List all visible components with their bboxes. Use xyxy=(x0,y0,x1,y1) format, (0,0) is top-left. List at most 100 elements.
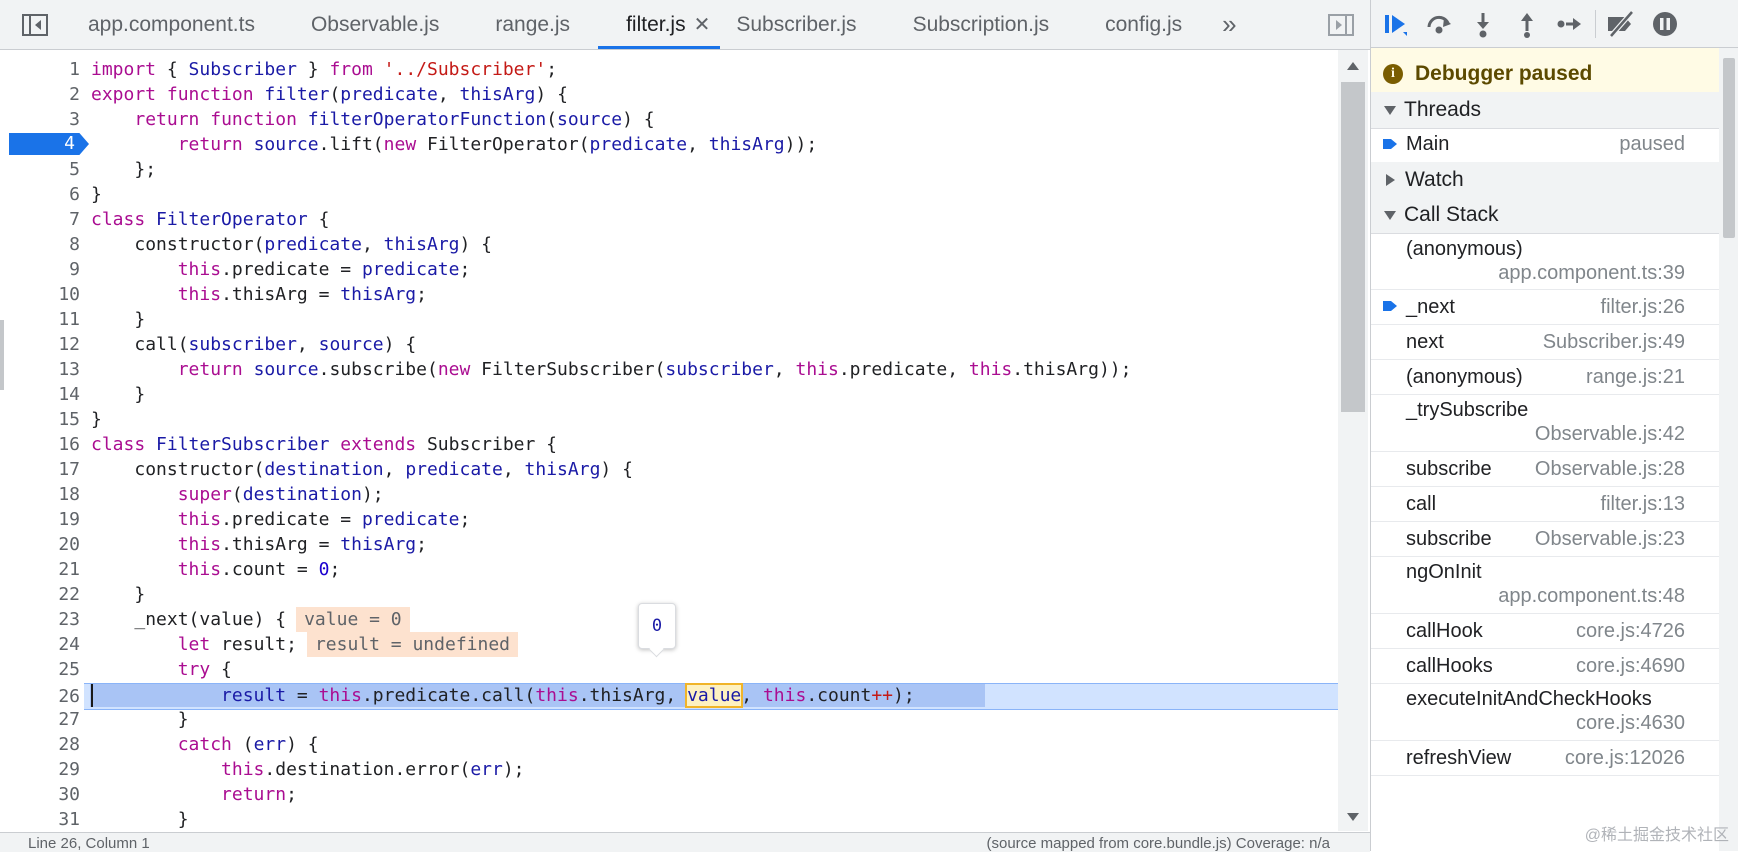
line-number[interactable]: 6 xyxy=(10,182,80,207)
line-number[interactable]: 22 xyxy=(10,582,80,607)
line-number[interactable]: 19 xyxy=(10,507,80,532)
line-number[interactable]: 25 xyxy=(10,657,80,682)
line-number[interactable]: 3 xyxy=(10,107,80,132)
line-number-current[interactable]: 26 xyxy=(10,684,80,709)
line-number[interactable]: 24 xyxy=(10,632,80,657)
frame-location: app.component.ts:39 xyxy=(1498,262,1685,284)
line-number[interactable]: 13 xyxy=(10,357,80,382)
watermark: @稀土掘金技术社区 xyxy=(1584,827,1729,844)
expanded-triangle-icon xyxy=(1384,105,1396,115)
scrollbar-thumb[interactable] xyxy=(1723,58,1735,238)
editor-scrollbar[interactable] xyxy=(1338,50,1368,831)
watch-section-header[interactable]: Watch xyxy=(1371,162,1719,199)
step-into-icon[interactable] xyxy=(1467,8,1499,40)
resume-icon[interactable] xyxy=(1379,8,1411,40)
scroll-up-icon[interactable] xyxy=(1347,62,1359,70)
call-frame[interactable]: callHooks core.js:4690 xyxy=(1371,649,1719,684)
line-number[interactable]: 16 xyxy=(10,432,80,457)
line-number[interactable]: 10 xyxy=(10,282,80,307)
line-number[interactable]: 7 xyxy=(10,207,80,232)
code-line-20: this.thisArg = thisArg; xyxy=(177,534,427,555)
deactivate-breakpoints-icon[interactable] xyxy=(1605,8,1637,40)
breakpoint-line-number: 4 xyxy=(64,133,75,154)
line-number[interactable]: 30 xyxy=(10,782,80,807)
callstack-section-header[interactable]: Call Stack xyxy=(1371,197,1719,234)
line-number[interactable]: 28 xyxy=(10,732,80,757)
frame-name: executeInitAndCheckHooks xyxy=(1406,688,1652,710)
devtools-sources: app.component.ts Observable.js range.js … xyxy=(0,0,1738,852)
line-number[interactable]: 12 xyxy=(10,332,80,357)
call-frame[interactable]: subscribe Observable.js:23 xyxy=(1371,522,1719,557)
tab-subscriber-js[interactable]: Subscriber.js xyxy=(720,0,884,49)
close-icon[interactable]: ✕ xyxy=(694,12,711,37)
code-line-22: } xyxy=(134,584,146,605)
frame-name: subscribe xyxy=(1406,528,1492,550)
call-frame[interactable]: executeInitAndCheckHooks core.js:4630 xyxy=(1371,684,1719,741)
tab-app-component-ts[interactable]: app.component.ts xyxy=(60,0,283,49)
code-editor[interactable]: 1 2 3 4 5 6 7 8 9 10 11 12 13 14 15 16 1… xyxy=(0,50,1338,831)
code-line-2: export function filter(predicate, thisAr… xyxy=(91,84,568,105)
tab-label: filter.js xyxy=(626,12,686,36)
frame-name: next xyxy=(1406,331,1444,353)
code-line-8: constructor(predicate, thisArg) { xyxy=(134,234,493,255)
threads-section-header[interactable]: Threads xyxy=(1371,92,1719,129)
call-frame[interactable]: _trySubscribe Observable.js:42 xyxy=(1371,395,1719,452)
line-number[interactable]: 20 xyxy=(10,532,80,557)
call-frame[interactable]: call filter.js:13 xyxy=(1371,487,1719,522)
step-icon[interactable] xyxy=(1553,8,1585,40)
thread-row-main[interactable]: Main paused xyxy=(1371,128,1719,163)
call-frame[interactable]: (anonymous) range.js:21 xyxy=(1371,360,1719,395)
file-tabs: app.component.ts Observable.js range.js … xyxy=(60,0,1249,49)
navigator-resize-handle[interactable] xyxy=(0,320,4,390)
scrollbar-thumb[interactable] xyxy=(1341,82,1365,412)
code-line-6: } xyxy=(91,184,102,205)
tab-range-js[interactable]: range.js xyxy=(467,0,598,49)
line-number[interactable]: 29 xyxy=(10,757,80,782)
line-number[interactable]: 15 xyxy=(10,407,80,432)
sidebar-scrollbar[interactable] xyxy=(1719,48,1738,851)
hovered-token-value[interactable]: value xyxy=(685,683,744,708)
line-number[interactable]: 31 xyxy=(10,807,80,831)
line-number[interactable]: 23 xyxy=(10,607,80,632)
code-line-21: this.count = 0; xyxy=(177,559,341,580)
code-line-29: this.destination.error(err); xyxy=(221,759,525,780)
info-icon: i xyxy=(1383,64,1403,84)
frame-name: _next xyxy=(1406,296,1455,318)
scroll-down-icon[interactable] xyxy=(1347,813,1359,821)
line-number[interactable]: 14 xyxy=(10,382,80,407)
call-frame[interactable]: callHook core.js:4726 xyxy=(1371,614,1719,649)
toggle-navigator-icon[interactable] xyxy=(20,10,50,40)
frame-location: filter.js:26 xyxy=(1600,296,1685,318)
toggle-debugger-icon[interactable] xyxy=(1326,10,1356,40)
call-frame[interactable]: subscribe Observable.js:28 xyxy=(1371,452,1719,487)
line-number[interactable]: 8 xyxy=(10,232,80,257)
more-tabs-icon[interactable]: » xyxy=(1210,0,1248,49)
call-frame-selected[interactable]: _next filter.js:26 xyxy=(1371,290,1719,325)
line-number[interactable]: 1 xyxy=(10,57,80,82)
step-over-icon[interactable] xyxy=(1423,8,1455,40)
pause-on-exceptions-icon[interactable] xyxy=(1649,8,1681,40)
line-number[interactable]: 17 xyxy=(10,457,80,482)
line-number[interactable]: 21 xyxy=(10,557,80,582)
call-frame[interactable]: (anonymous) app.component.ts:39 xyxy=(1371,234,1719,290)
debugger-toolbar xyxy=(1371,0,1738,48)
call-frame[interactable]: next Subscriber.js:49 xyxy=(1371,325,1719,360)
tab-filter-js[interactable]: filter.js ✕ xyxy=(598,0,721,49)
line-number[interactable]: 9 xyxy=(10,257,80,282)
call-frame[interactable]: refreshView core.js:12026 xyxy=(1371,741,1719,776)
line-number[interactable]: 18 xyxy=(10,482,80,507)
breakpoint-marker[interactable]: 4 xyxy=(9,133,89,155)
tab-label: app.component.ts xyxy=(88,12,255,36)
line-number[interactable]: 11 xyxy=(10,307,80,332)
code-line-18: super(destination); xyxy=(177,484,384,505)
step-out-icon[interactable] xyxy=(1511,8,1543,40)
line-number[interactable]: 5 xyxy=(10,157,80,182)
line-number[interactable]: 2 xyxy=(10,82,80,107)
frame-name: (anonymous) xyxy=(1406,366,1523,388)
tab-subscription-js[interactable]: Subscription.js xyxy=(885,0,1078,49)
call-frame[interactable]: ngOnInit app.component.ts:48 xyxy=(1371,557,1719,614)
tab-observable-js[interactable]: Observable.js xyxy=(283,0,467,49)
frame-name: refreshView xyxy=(1406,747,1512,769)
tab-config-js[interactable]: config.js xyxy=(1077,0,1210,49)
line-number[interactable]: 27 xyxy=(10,707,80,732)
